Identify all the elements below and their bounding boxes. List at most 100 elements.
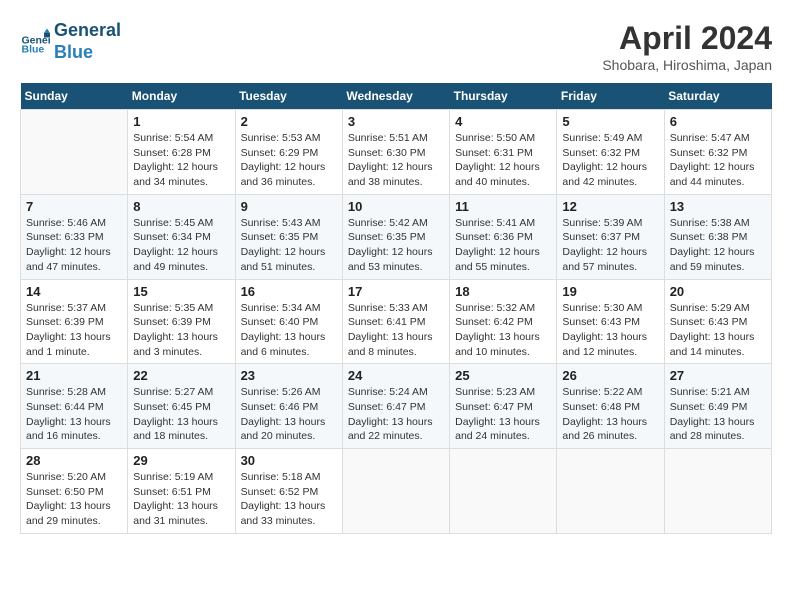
- day-number: 7: [26, 199, 122, 214]
- day-number: 9: [241, 199, 337, 214]
- calendar-cell: 12 Sunrise: 5:39 AM Sunset: 6:37 PM Dayli…: [557, 194, 664, 279]
- calendar-cell: 14 Sunrise: 5:37 AM Sunset: 6:39 PM Dayli…: [21, 279, 128, 364]
- calendar-cell: 5Sunrise: 5:49 AM Sunset: 6:32 PM Daylig…: [557, 110, 664, 195]
- calendar-cell: [21, 110, 128, 195]
- day-number: 27: [670, 368, 766, 383]
- calendar-table: SundayMondayTuesdayWednesdayThursdayFrid…: [20, 83, 772, 534]
- calendar-cell: 1 Sunrise: 5:54 AM Sunset: 6:28 PM Daylig…: [128, 110, 235, 195]
- logo-line1: General: [54, 20, 121, 40]
- day-number: 3: [348, 114, 444, 129]
- calendar-cell: 25Sunrise: 5:23 AM Sunset: 6:47 PM Dayli…: [450, 364, 557, 449]
- calendar-cell: 11 Sunrise: 5:41 AM Sunset: 6:36 PM Dayli…: [450, 194, 557, 279]
- calendar-cell: [557, 449, 664, 534]
- calendar-cell: 2Sunrise: 5:53 AM Sunset: 6:29 PM Daylig…: [235, 110, 342, 195]
- day-info: Sunrise: 5:47 AM Sunset: 6:32 PM Dayligh…: [670, 131, 766, 190]
- day-info: Sunrise: 5:39 AM Sunset: 6:37 PM Dayligh…: [562, 216, 658, 275]
- day-number: 8: [133, 199, 229, 214]
- calendar-cell: 13 Sunrise: 5:38 AM Sunset: 6:38 PM Dayli…: [664, 194, 771, 279]
- day-number: 24: [348, 368, 444, 383]
- day-number: 19: [562, 284, 658, 299]
- day-info: Sunrise: 5:33 AM Sunset: 6:41 PM Dayligh…: [348, 301, 444, 360]
- calendar-cell: 6Sunrise: 5:47 AM Sunset: 6:32 PM Daylig…: [664, 110, 771, 195]
- calendar-cell: 7 Sunrise: 5:46 AM Sunset: 6:33 PM Daylig…: [21, 194, 128, 279]
- day-info: Sunrise: 5:42 AM Sunset: 6:35 PM Dayligh…: [348, 216, 444, 275]
- calendar-cell: 24 Sunrise: 5:24 AM Sunset: 6:47 PM Dayli…: [342, 364, 449, 449]
- day-info: Sunrise: 5:30 AM Sunset: 6:43 PM Dayligh…: [562, 301, 658, 360]
- day-number: 28: [26, 453, 122, 468]
- day-info: Sunrise: 5:20 AM Sunset: 6:50 PM Dayligh…: [26, 470, 122, 529]
- svg-text:Blue: Blue: [22, 43, 45, 55]
- day-info: Sunrise: 5:50 AM Sunset: 6:31 PM Dayligh…: [455, 131, 551, 190]
- calendar-cell: 21 Sunrise: 5:28 AM Sunset: 6:44 PM Dayli…: [21, 364, 128, 449]
- day-info: Sunrise: 5:28 AM Sunset: 6:44 PM Dayligh…: [26, 385, 122, 444]
- day-info: Sunrise: 5:46 AM Sunset: 6:33 PM Dayligh…: [26, 216, 122, 275]
- day-info: Sunrise: 5:54 AM Sunset: 6:28 PM Dayligh…: [133, 131, 229, 190]
- day-number: 10: [348, 199, 444, 214]
- calendar-cell: 27 Sunrise: 5:21 AM Sunset: 6:49 PM Dayli…: [664, 364, 771, 449]
- day-number: 12: [562, 199, 658, 214]
- location-subtitle: Shobara, Hiroshima, Japan: [602, 57, 772, 73]
- day-info: Sunrise: 5:21 AM Sunset: 6:49 PM Dayligh…: [670, 385, 766, 444]
- day-number: 1: [133, 114, 229, 129]
- calendar-cell: 23Sunrise: 5:26 AM Sunset: 6:46 PM Dayli…: [235, 364, 342, 449]
- calendar-cell: 3 Sunrise: 5:51 AM Sunset: 6:30 PM Daylig…: [342, 110, 449, 195]
- day-info: Sunrise: 5:41 AM Sunset: 6:36 PM Dayligh…: [455, 216, 551, 275]
- day-info: Sunrise: 5:45 AM Sunset: 6:34 PM Dayligh…: [133, 216, 229, 275]
- day-info: Sunrise: 5:32 AM Sunset: 6:42 PM Dayligh…: [455, 301, 551, 360]
- logo: General Blue General Blue: [20, 20, 121, 63]
- day-info: Sunrise: 5:27 AM Sunset: 6:45 PM Dayligh…: [133, 385, 229, 444]
- day-number: 11: [455, 199, 551, 214]
- logo-line2: Blue: [54, 42, 93, 62]
- calendar-cell: 4 Sunrise: 5:50 AM Sunset: 6:31 PM Daylig…: [450, 110, 557, 195]
- day-info: Sunrise: 5:37 AM Sunset: 6:39 PM Dayligh…: [26, 301, 122, 360]
- day-number: 13: [670, 199, 766, 214]
- day-number: 14: [26, 284, 122, 299]
- weekday-header-tuesday: Tuesday: [235, 83, 342, 110]
- day-number: 29: [133, 453, 229, 468]
- calendar-week-row: 1 Sunrise: 5:54 AM Sunset: 6:28 PM Daylig…: [21, 110, 772, 195]
- day-info: Sunrise: 5:38 AM Sunset: 6:38 PM Dayligh…: [670, 216, 766, 275]
- logo-icon: General Blue: [20, 27, 50, 57]
- calendar-cell: 15 Sunrise: 5:35 AM Sunset: 6:39 PM Dayli…: [128, 279, 235, 364]
- month-title: April 2024: [602, 20, 772, 57]
- day-number: 21: [26, 368, 122, 383]
- day-info: Sunrise: 5:35 AM Sunset: 6:39 PM Dayligh…: [133, 301, 229, 360]
- title-block: April 2024 Shobara, Hiroshima, Japan: [602, 20, 772, 73]
- day-info: Sunrise: 5:24 AM Sunset: 6:47 PM Dayligh…: [348, 385, 444, 444]
- calendar-cell: 30 Sunrise: 5:18 AM Sunset: 6:52 PM Dayli…: [235, 449, 342, 534]
- day-number: 20: [670, 284, 766, 299]
- weekday-header-monday: Monday: [128, 83, 235, 110]
- day-info: Sunrise: 5:34 AM Sunset: 6:40 PM Dayligh…: [241, 301, 337, 360]
- day-info: Sunrise: 5:18 AM Sunset: 6:52 PM Dayligh…: [241, 470, 337, 529]
- day-number: 17: [348, 284, 444, 299]
- calendar-cell: 26Sunrise: 5:22 AM Sunset: 6:48 PM Dayli…: [557, 364, 664, 449]
- calendar-cell: 28 Sunrise: 5:20 AM Sunset: 6:50 PM Dayli…: [21, 449, 128, 534]
- day-info: Sunrise: 5:22 AM Sunset: 6:48 PM Dayligh…: [562, 385, 658, 444]
- day-info: Sunrise: 5:49 AM Sunset: 6:32 PM Dayligh…: [562, 131, 658, 190]
- weekday-header-saturday: Saturday: [664, 83, 771, 110]
- calendar-cell: 29 Sunrise: 5:19 AM Sunset: 6:51 PM Dayli…: [128, 449, 235, 534]
- weekday-header-thursday: Thursday: [450, 83, 557, 110]
- day-info: Sunrise: 5:19 AM Sunset: 6:51 PM Dayligh…: [133, 470, 229, 529]
- weekday-header-wednesday: Wednesday: [342, 83, 449, 110]
- day-number: 15: [133, 284, 229, 299]
- day-number: 23: [241, 368, 337, 383]
- day-number: 4: [455, 114, 551, 129]
- calendar-week-row: 14 Sunrise: 5:37 AM Sunset: 6:39 PM Dayli…: [21, 279, 772, 364]
- day-number: 16: [241, 284, 337, 299]
- day-number: 22: [133, 368, 229, 383]
- calendar-week-row: 28 Sunrise: 5:20 AM Sunset: 6:50 PM Dayli…: [21, 449, 772, 534]
- logo-text: General Blue: [54, 20, 121, 63]
- calendar-cell: [450, 449, 557, 534]
- weekday-header-row: SundayMondayTuesdayWednesdayThursdayFrid…: [21, 83, 772, 110]
- calendar-cell: 9 Sunrise: 5:43 AM Sunset: 6:35 PM Daylig…: [235, 194, 342, 279]
- day-info: Sunrise: 5:23 AM Sunset: 6:47 PM Dayligh…: [455, 385, 551, 444]
- day-number: 30: [241, 453, 337, 468]
- calendar-cell: 20Sunrise: 5:29 AM Sunset: 6:43 PM Dayli…: [664, 279, 771, 364]
- calendar-cell: 18Sunrise: 5:32 AM Sunset: 6:42 PM Dayli…: [450, 279, 557, 364]
- calendar-cell: 22 Sunrise: 5:27 AM Sunset: 6:45 PM Dayli…: [128, 364, 235, 449]
- calendar-cell: [664, 449, 771, 534]
- weekday-header-friday: Friday: [557, 83, 664, 110]
- day-info: Sunrise: 5:51 AM Sunset: 6:30 PM Dayligh…: [348, 131, 444, 190]
- day-info: Sunrise: 5:43 AM Sunset: 6:35 PM Dayligh…: [241, 216, 337, 275]
